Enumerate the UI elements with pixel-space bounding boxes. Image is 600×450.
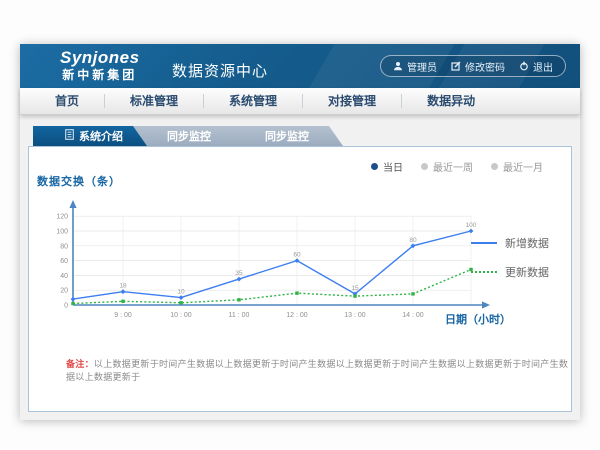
- edit-icon: [451, 61, 461, 71]
- svg-text:10 : 00: 10 : 00: [170, 312, 192, 319]
- main-navigation: 首页 标准管理 系统管理 对接管理 数据异动: [20, 88, 580, 115]
- logo-text-en: Synjones: [60, 49, 140, 66]
- radio-dot-icon: [371, 163, 378, 170]
- svg-text:10: 10: [177, 289, 185, 296]
- svg-text:14 : 00: 14 : 00: [402, 312, 424, 319]
- svg-text:35: 35: [235, 270, 243, 277]
- period-filter-label: 当日: [383, 159, 403, 174]
- svg-text:12 : 00: 12 : 00: [286, 312, 308, 319]
- tab-bar: 系统介绍 同步监控 同步监控: [33, 126, 343, 146]
- logo-text-cn: 新中新集团: [60, 69, 140, 81]
- svg-text:0: 0: [64, 303, 68, 310]
- logout-label: 退出: [533, 59, 553, 74]
- line-chart: 0 20 40 60 80 100 120 9 : 00 10 : 00 11 : 00 12 : …: [31, 193, 501, 333]
- svg-text:11 : 00: 11 : 00: [229, 312, 250, 319]
- period-filter-last-week[interactable]: 最近一周: [421, 159, 473, 174]
- svg-text:80: 80: [60, 243, 68, 250]
- chart-y-axis-title: 数据交换（条）: [37, 173, 121, 189]
- period-filter-today[interactable]: 当日: [371, 159, 403, 174]
- chart-legend: 新增数据 更新数据: [471, 235, 549, 280]
- app-header: Synjones 新中新集团 数据资源中心 管理员 修改密码 退出: [20, 44, 580, 89]
- logout-button[interactable]: 退出: [519, 59, 553, 74]
- radio-dot-icon: [491, 163, 498, 170]
- svg-text:9 : 00: 9 : 00: [114, 312, 132, 319]
- period-filter-group: 当日 最近一周 最近一月: [371, 159, 543, 174]
- tab-sync-monitor-2[interactable]: 同步监控: [231, 126, 343, 146]
- legend-item-update-data: 更新数据: [471, 264, 549, 280]
- dotted-line-icon: [471, 271, 497, 273]
- tab-label: 同步监控: [167, 128, 211, 144]
- nav-item-system-management[interactable]: 系统管理: [204, 94, 303, 108]
- user-toolbar: 管理员 修改密码 退出: [380, 55, 566, 77]
- power-icon: [519, 61, 529, 71]
- company-logo: Synjones 新中新集团: [60, 49, 140, 81]
- period-filter-last-month[interactable]: 最近一月: [491, 159, 543, 174]
- nav-item-home[interactable]: 首页: [30, 94, 105, 108]
- svg-text:18: 18: [119, 283, 127, 290]
- change-password-button[interactable]: 修改密码: [451, 59, 505, 74]
- nav-item-integration-management[interactable]: 对接管理: [303, 94, 402, 108]
- document-icon: [65, 129, 74, 143]
- page-title: 数据资源中心: [172, 60, 268, 81]
- radio-dot-icon: [421, 163, 428, 170]
- legend-label: 新增数据: [505, 235, 549, 251]
- tab-sync-monitor-1[interactable]: 同步监控: [133, 126, 245, 146]
- svg-text:60: 60: [60, 258, 68, 265]
- nav-item-standard-management[interactable]: 标准管理: [105, 94, 204, 108]
- change-password-label: 修改密码: [465, 59, 505, 74]
- period-filter-label: 最近一周: [433, 159, 473, 174]
- svg-text:120: 120: [56, 214, 68, 221]
- chart-panel: 当日 最近一周 最近一月 数据交换（条） 0 20 40 60 80 100 120 9 : …: [28, 146, 572, 412]
- svg-text:80: 80: [409, 237, 417, 244]
- chart-x-axis-title: 日期（小时）: [445, 311, 511, 327]
- footnote: 备注：以上数据更新于时间产生数据以上数据更新于时间产生数据以上数据更新于时间产生…: [66, 357, 571, 383]
- solid-line-icon: [471, 242, 497, 244]
- app-window: Synjones 新中新集团 数据资源中心 管理员 修改密码 退出: [20, 44, 580, 420]
- footnote-prefix: 备注：: [66, 359, 94, 369]
- svg-text:15: 15: [351, 285, 359, 292]
- admin-user-label: 管理员: [407, 59, 437, 74]
- nav-item-data-changes[interactable]: 数据异动: [402, 94, 500, 108]
- tab-system-intro[interactable]: 系统介绍: [33, 126, 147, 146]
- legend-label: 更新数据: [505, 264, 549, 280]
- svg-text:100: 100: [466, 222, 477, 229]
- tab-label: 系统介绍: [79, 128, 123, 144]
- content-area: 系统介绍 同步监控 同步监控 当日 最近一周: [20, 114, 580, 420]
- svg-text:40: 40: [60, 273, 68, 280]
- period-filter-label: 最近一月: [503, 159, 543, 174]
- legend-item-new-data: 新增数据: [471, 235, 549, 251]
- svg-text:13 : 00: 13 : 00: [344, 312, 366, 319]
- footnote-text: 以上数据更新于时间产生数据以上数据更新于时间产生数据以上数据更新于时间产生数据以…: [66, 359, 568, 382]
- svg-text:100: 100: [56, 229, 68, 236]
- tab-label: 同步监控: [265, 128, 309, 144]
- svg-text:60: 60: [293, 252, 301, 259]
- admin-user-button[interactable]: 管理员: [393, 59, 437, 74]
- svg-text:20: 20: [60, 288, 68, 295]
- user-icon: [393, 61, 403, 71]
